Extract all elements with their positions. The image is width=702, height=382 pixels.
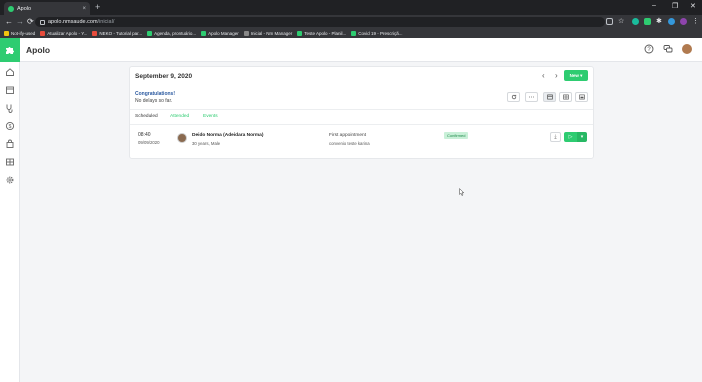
schedule-tabs: Scheduled Attended Events [130,110,593,125]
tab-events[interactable]: Events [203,114,218,119]
calendar-icon[interactable] [5,85,15,95]
bookmark-item[interactable]: Not-ify-used [4,31,35,36]
browser-tab-bar: Apolo × + – ❐ ✕ [0,0,702,15]
bookmark-icon [297,31,303,36]
new-tab-button[interactable]: + [95,3,100,12]
appointment-time: 08:40 [138,132,151,138]
menu-icon[interactable]: ⋮ [692,18,699,25]
refresh-button[interactable] [507,92,520,102]
mouse-cursor-icon [459,188,464,196]
settings-gear-icon[interactable] [5,175,15,185]
patient-name[interactable]: Deido Norma (Adeidara Norma) [192,133,263,138]
status-badge: Confirmed [444,132,469,139]
apolo-logo[interactable] [0,38,20,62]
puzzle-icon[interactable]: ✱ [656,18,663,25]
extension-icon[interactable] [668,18,675,25]
calendar-day-icon [546,94,553,100]
browser-tab-title: Apolo [17,5,32,12]
more-options-button[interactable]: ⋯ [525,92,538,102]
bookmark-icon [351,31,357,36]
bookmark-icon [201,31,207,36]
svg-text:$: $ [9,124,12,130]
url-text: apolo.nmsaude.com/inicial/ [48,19,115,25]
back-button[interactable]: ← [5,17,13,26]
schedule-card-header: September 9, 2020 ‹ › New ▾ Congratulati… [130,67,593,110]
bookmarks-bar: Not-ify-used Atualizar Apolo - Y... NEKO… [0,29,702,38]
tab-scheduled[interactable]: Scheduled [135,114,158,119]
bookmark-item[interactable]: Atualizar Apolo - Y... [40,31,87,36]
user-avatar[interactable] [682,44,692,54]
close-window-button[interactable]: ✕ [690,2,696,10]
star-icon[interactable]: ☆ [618,18,625,25]
translate-icon[interactable] [606,18,613,25]
patient-avatar [177,133,187,143]
schedule-card: September 9, 2020 ‹ › New ▾ Congratulati… [129,66,594,159]
sidebar: $ [0,62,20,382]
calendar-month-icon [578,94,585,100]
appointment-row[interactable]: 08:40 09/09/2020 Deido Norma (Adeidara N… [130,125,593,158]
forward-button[interactable]: → [16,17,24,26]
youtube-icon [92,31,98,36]
bookmark-item[interactable]: Teste Apolo - Planil... [297,31,346,36]
tab-attended[interactable]: Attended [170,114,189,119]
bookmark-icon [4,31,9,36]
lock-icon [40,19,45,25]
appointment-type: First appointment [329,133,367,138]
week-view-button[interactable] [559,92,572,102]
previous-day-button[interactable]: ‹ [542,71,545,80]
appointment-insurance: convenio teste karina [329,141,370,146]
next-day-button[interactable]: › [555,71,558,80]
day-view-button[interactable] [543,92,556,102]
bookmark-item[interactable]: Covid 19 - Prescriçã... [351,31,403,36]
svg-text:?: ? [647,47,651,53]
download-button[interactable]: ⤓ [550,132,561,142]
app-header: Apolo ? [20,38,702,62]
no-delays-text: No delays so far. [135,98,173,104]
appointment-date: 09/09/2020 [138,140,160,145]
maximize-window-button[interactable]: ❐ [672,2,678,10]
extension-icon[interactable] [632,18,639,25]
appointment-options-dropdown[interactable]: ▾ [577,132,587,142]
puzzle-logo-icon [6,47,14,54]
chat-icon[interactable] [663,44,673,54]
home-icon[interactable] [5,67,15,77]
apolo-favicon-icon [8,5,14,12]
profile-icon[interactable] [680,18,687,25]
refresh-icon [511,94,516,100]
bookmark-icon [243,31,249,36]
bookmark-item[interactable]: Apolo Manager [201,31,239,36]
table-icon[interactable] [5,157,15,167]
bookmark-item[interactable]: NEKO - Tutorial par... [92,31,142,36]
chevron-down-icon: ▾ [580,134,584,140]
schedule-date: September 9, 2020 [135,73,193,80]
money-icon[interactable]: $ [5,121,15,131]
start-appointment-button[interactable]: ▷ [564,132,577,142]
bag-icon[interactable] [5,139,15,149]
play-icon: ▷ [568,134,573,140]
patient-info: 30 years, Male [192,141,221,146]
new-appointment-button[interactable]: New ▾ [564,70,588,81]
bookmark-icon [147,31,153,36]
month-view-button[interactable] [575,92,588,102]
download-icon: ⤓ [554,134,557,140]
reload-button[interactable]: ⟳ [27,17,34,26]
congratulations-text: Congratulations! [135,91,175,97]
stethoscope-icon[interactable] [5,103,15,113]
bookmark-item[interactable]: Inicial - Nm Manager [243,31,292,36]
close-tab-icon[interactable]: × [82,6,86,12]
address-bar[interactable]: apolo.nmsaude.com/inicial/ [35,17,605,27]
youtube-icon [40,31,46,36]
calendar-week-icon [562,94,569,100]
browser-tab[interactable]: Apolo × [4,2,90,15]
help-icon[interactable]: ? [644,44,654,54]
bookmark-item[interactable]: Agenda, prontuário... [147,31,196,36]
minimize-window-button[interactable]: – [652,2,656,9]
extension-icon[interactable] [644,18,651,25]
app-title: Apolo [26,45,51,55]
browser-toolbar: ← → ⟳ apolo.nmsaude.com/inicial/ ☆ ✱ ⋮ [0,15,702,29]
